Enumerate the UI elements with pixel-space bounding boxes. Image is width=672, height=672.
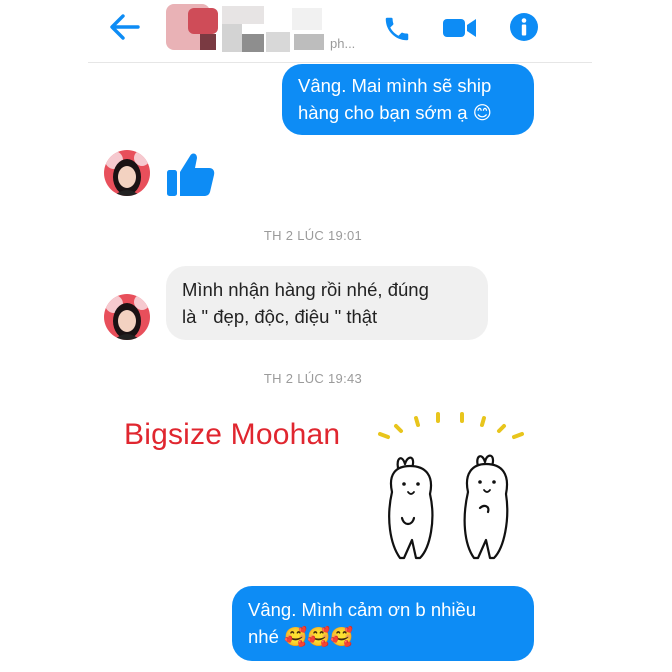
- brand-watermark: Bigsize Moohan: [124, 418, 341, 451]
- message-line: là " đẹp, độc, điệu " thật: [182, 306, 378, 327]
- outgoing-message[interactable]: Vâng. Mình cảm ơn b nhiều nhé 🥰🥰🥰: [232, 586, 534, 661]
- phone-icon[interactable]: [382, 14, 412, 44]
- smiling-face-emoji: 😊: [472, 103, 492, 124]
- chat-header: ph...: [0, 0, 672, 58]
- avatar[interactable]: [104, 294, 150, 340]
- avatar[interactable]: [104, 150, 150, 196]
- contact-subtitle: ph...: [330, 36, 356, 51]
- timestamp: TH 2 LÚC 19:43: [263, 371, 363, 386]
- outgoing-message[interactable]: Vâng. Mai mình sẽ ship hàng cho bạn sớm …: [282, 64, 534, 135]
- thumbs-up-icon: [167, 153, 215, 196]
- message-line: Vâng. Mình cảm ơn b nhiều: [248, 599, 477, 620]
- back-arrow-icon[interactable]: [108, 12, 142, 42]
- timestamp: TH 2 LÚC 19:01: [263, 228, 363, 243]
- incoming-message[interactable]: Mình nhận hàng rồi nhé, đúng là " đẹp, đ…: [166, 266, 488, 340]
- video-call-icon[interactable]: [441, 14, 479, 42]
- message-line: hàng cho bạn sớm ạ 😊: [298, 99, 518, 127]
- message-line-text: nhé: [248, 626, 279, 647]
- message-line: nhé 🥰🥰🥰: [248, 623, 518, 651]
- message-line: Mình nhận hàng rồi nhé, đúng: [182, 279, 429, 300]
- header-divider: [88, 62, 592, 63]
- contact-name-blurred[interactable]: [160, 4, 335, 52]
- message-line-text: hàng cho bạn sớm ạ: [298, 102, 468, 123]
- message-line: Vâng. Mai mình sẽ ship: [298, 75, 492, 96]
- smiling-hearts-emoji: 🥰🥰🥰: [284, 627, 354, 648]
- bunny-sticker[interactable]: [374, 408, 534, 568]
- info-icon[interactable]: [509, 12, 539, 42]
